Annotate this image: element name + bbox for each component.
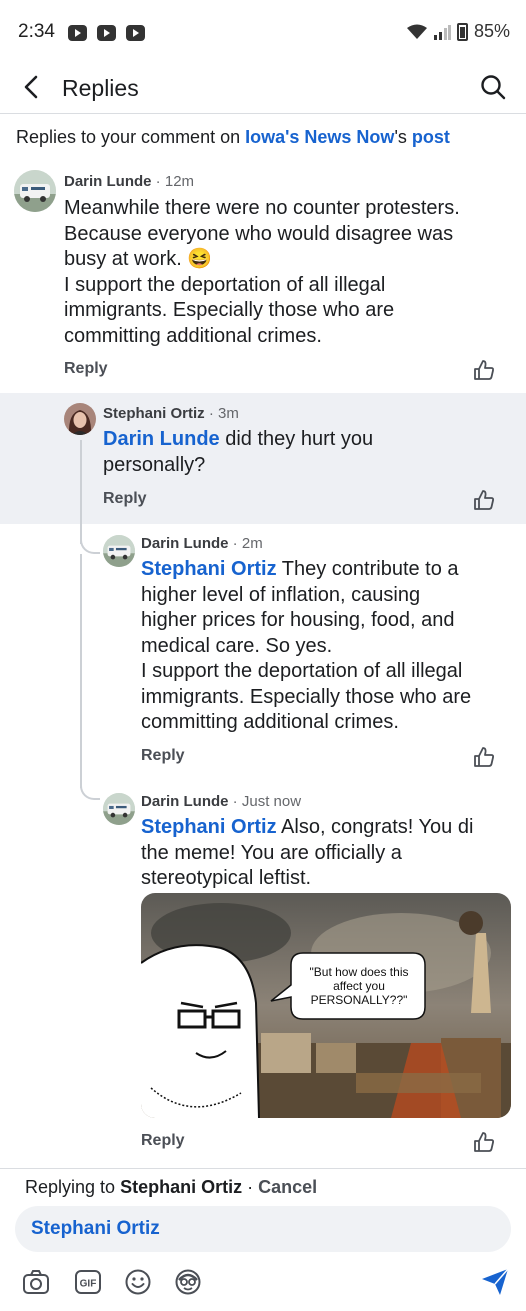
search-icon[interactable] bbox=[480, 74, 506, 100]
replies-context: Replies to your comment on Iowa's News N… bbox=[16, 127, 450, 148]
comment-time: Just now bbox=[241, 793, 302, 810]
replying-prefix: Replying to bbox=[25, 1177, 121, 1197]
comment-author[interactable]: Darin Lunde bbox=[141, 793, 229, 810]
gif-icon[interactable]: GIF bbox=[74, 1268, 102, 1296]
status-notification-icons bbox=[68, 25, 145, 41]
avatar[interactable] bbox=[103, 535, 135, 567]
text-line: higher prices for housing, food, and bbox=[141, 609, 455, 631]
text-fragment: Also, congrats! You di bbox=[276, 816, 474, 838]
text-line: Darin Lunde did they hurt you bbox=[103, 427, 373, 453]
mention-link[interactable]: Stephani Ortiz bbox=[141, 816, 277, 838]
text-line: busy at work. 😆 bbox=[64, 248, 213, 270]
avatar[interactable] bbox=[64, 403, 96, 435]
svg-text:GIF: GIF bbox=[80, 1279, 97, 1290]
like-icon[interactable] bbox=[473, 489, 495, 511]
reply-input[interactable]: Stephani Ortiz bbox=[15, 1206, 511, 1252]
cancel-button[interactable]: Cancel bbox=[258, 1177, 317, 1197]
context-possessive: 's bbox=[394, 127, 412, 147]
like-icon[interactable] bbox=[473, 746, 495, 768]
reply-composer: Replying to Stephani Ortiz · Cancel Step… bbox=[0, 1168, 526, 1311]
context-prefix: Replies to your comment on bbox=[16, 127, 246, 147]
text-line: committing additional crimes. bbox=[141, 711, 399, 733]
text-line: Meanwhile there were no counter proteste… bbox=[64, 197, 460, 219]
replying-separator: · bbox=[242, 1177, 259, 1197]
replying-name: Stephani Ortiz bbox=[120, 1177, 243, 1197]
text-fragment: They contribute to a bbox=[276, 558, 459, 580]
comment-text: Stephani Ortiz They contribute to a high… bbox=[141, 557, 471, 736]
signal-icon bbox=[433, 24, 451, 40]
status-time: 2:34 bbox=[18, 21, 55, 42]
text-line: medical care. So yes. bbox=[141, 634, 333, 657]
back-icon[interactable] bbox=[20, 74, 44, 100]
reply-input-mention[interactable]: Stephani Ortiz bbox=[31, 1218, 160, 1240]
text-line: committing additional crimes. bbox=[64, 324, 322, 347]
text-line: Because everyone who would disagree was bbox=[64, 222, 454, 245]
like-icon[interactable] bbox=[473, 1131, 495, 1153]
comment-author[interactable]: Darin Lunde bbox=[141, 535, 229, 552]
comment-meta: Darin Lunde · Just now bbox=[141, 793, 301, 810]
battery-level: 85% bbox=[473, 21, 510, 41]
post-link[interactable]: post bbox=[412, 127, 450, 147]
text-line: I support the deportation of all illegal bbox=[141, 660, 463, 682]
comment-meta: Stephani Ortiz · 3m bbox=[103, 405, 239, 422]
text-line: personally? bbox=[103, 453, 206, 476]
text-line: stereotypical leftist. bbox=[141, 867, 312, 889]
comment-time: 2m bbox=[241, 535, 263, 552]
text-line: immigrants. Especially those who are bbox=[141, 685, 472, 708]
text-line: Stephani Ortiz Also, congrats! You di bbox=[141, 815, 511, 841]
text-line: higher level of inflation, causing bbox=[141, 583, 421, 606]
mention-link[interactable]: Darin Lunde bbox=[103, 428, 220, 450]
avatar-sticker-icon[interactable] bbox=[174, 1268, 202, 1296]
mention-link[interactable]: Stephani Ortiz bbox=[141, 558, 277, 580]
wifi-icon bbox=[406, 24, 427, 39]
battery-icon bbox=[456, 22, 468, 41]
emoji-icon[interactable] bbox=[124, 1268, 152, 1296]
camera-icon[interactable] bbox=[22, 1268, 50, 1296]
comment-time: 3m bbox=[218, 405, 239, 422]
meta-separator: · bbox=[151, 173, 165, 190]
thread-line bbox=[80, 440, 82, 524]
text-line: I support the deportation of all illegal bbox=[64, 273, 386, 296]
avatar[interactable] bbox=[14, 170, 56, 212]
comment-meta: Darin Lunde · 12m bbox=[64, 173, 194, 190]
text-line: the meme! You are officially a bbox=[141, 841, 402, 864]
page-title: Replies bbox=[62, 75, 139, 101]
thread-connector bbox=[80, 786, 100, 800]
avatar[interactable] bbox=[103, 793, 135, 825]
reply-button[interactable]: Reply bbox=[64, 360, 108, 378]
comment-meta: Darin Lunde · 2m bbox=[141, 535, 263, 552]
youtube-notification-icon bbox=[97, 25, 116, 41]
text-line: immigrants. Especially those who are bbox=[64, 299, 395, 321]
reply-button[interactable]: Reply bbox=[103, 490, 147, 508]
meme-image[interactable]: "But how does this affect you PERSONALLY… bbox=[141, 893, 511, 1118]
status-right: 85% bbox=[406, 21, 510, 42]
youtube-notification-icon bbox=[68, 25, 87, 41]
send-icon[interactable] bbox=[480, 1267, 510, 1297]
meta-separator: · bbox=[228, 535, 242, 552]
reply-button[interactable]: Reply bbox=[141, 747, 185, 765]
comment-text: Meanwhile there were no counter proteste… bbox=[64, 196, 460, 349]
comment-text: Darin Lunde did they hurt you personally… bbox=[103, 427, 373, 478]
thread-line bbox=[80, 554, 82, 788]
top-bar: Replies bbox=[0, 62, 526, 114]
meme-speech-bubble-text: "But how does this affect you PERSONALLY… bbox=[309, 965, 409, 1007]
text-line: Stephani Ortiz They contribute to a bbox=[141, 557, 471, 583]
status-bar: 2:34 85% bbox=[0, 0, 526, 62]
comment-author[interactable]: Darin Lunde bbox=[64, 173, 152, 190]
reply-button[interactable]: Reply bbox=[141, 1132, 185, 1150]
text-fragment: did they hurt you bbox=[219, 428, 374, 450]
comment-text: Stephani Ortiz Also, congrats! You di th… bbox=[141, 815, 511, 892]
meta-separator: · bbox=[228, 793, 242, 810]
comment-time: 12m bbox=[164, 173, 195, 190]
comment-author[interactable]: Stephani Ortiz bbox=[103, 405, 205, 422]
youtube-notification-icon bbox=[126, 25, 145, 41]
meta-separator: · bbox=[204, 405, 219, 422]
page-name-link[interactable]: Iowa's News Now bbox=[245, 127, 394, 147]
replying-to-label: Replying to Stephani Ortiz · Cancel bbox=[25, 1177, 317, 1198]
like-icon[interactable] bbox=[473, 359, 495, 381]
thread-connector bbox=[80, 540, 100, 554]
